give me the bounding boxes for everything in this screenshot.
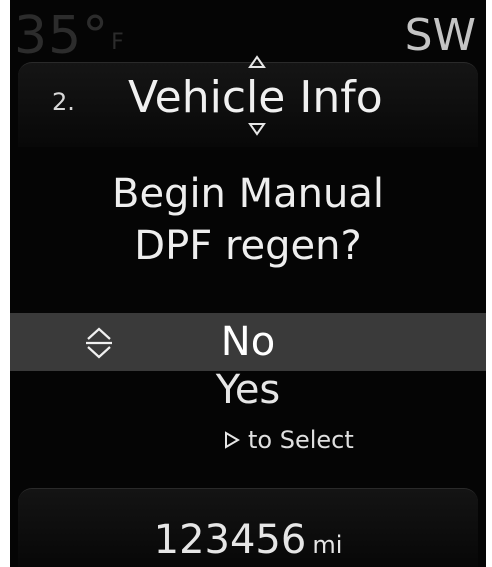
odometer: 123456 mi: [10, 516, 486, 564]
odometer-value: 123456: [153, 517, 307, 563]
prompt-line-2: DPF regen?: [134, 223, 362, 269]
option-no[interactable]: No: [10, 316, 486, 368]
chevron-up-icon[interactable]: [248, 55, 266, 69]
play-triangle-icon: [225, 431, 240, 449]
odometer-unit: mi: [312, 531, 343, 559]
temperature-unit: F: [111, 30, 125, 55]
compass-heading: SW: [404, 10, 476, 61]
outside-temperature: 35°F: [14, 10, 125, 69]
cluster-display: 35°F SW 2. Vehicle Info Begin Manual DPF…: [10, 0, 486, 567]
confirm-prompt: Begin Manual DPF regen?: [10, 168, 486, 272]
select-hint: to Select: [224, 424, 354, 456]
menu-number: 2.: [52, 88, 75, 116]
chevron-down-icon[interactable]: [248, 122, 266, 136]
select-hint-text: to Select: [248, 426, 354, 454]
menu-title: Vehicle Info: [128, 72, 383, 123]
option-yes[interactable]: Yes: [10, 364, 486, 416]
prompt-line-1: Begin Manual: [112, 171, 384, 217]
temperature-value: 35°: [14, 6, 110, 66]
